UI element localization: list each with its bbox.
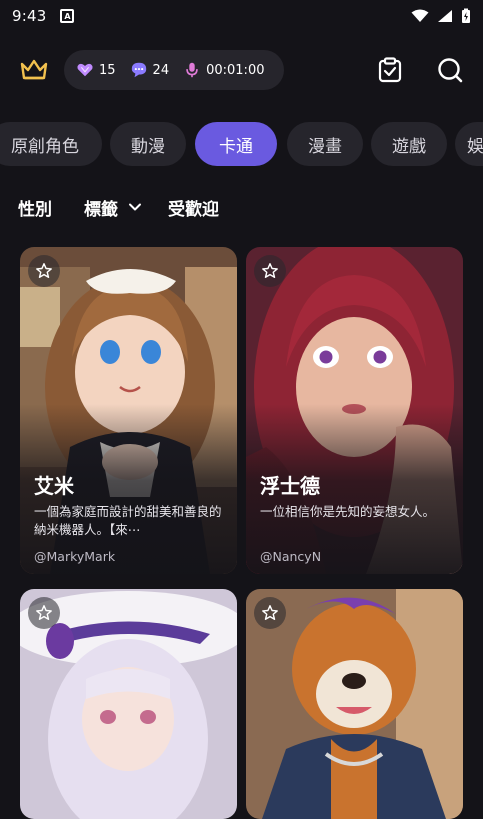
character-card[interactable]: 浮士德 一位相信你是先知的妄想女人。 @NancyN [246,247,463,574]
gems-count: 15 [99,62,116,78]
voice-stat: 00:01:00 [183,61,264,79]
character-name: 浮士德 [260,474,320,498]
status-bar: 9:43 A [0,0,483,32]
tags-filter[interactable]: 標籤 [84,195,144,220]
character-card[interactable] [246,589,463,819]
status-time: 9:43 [12,7,47,25]
character-author[interactable]: @MarkyMark [34,549,225,564]
tab-original-characters[interactable]: 原創角色 [0,122,102,166]
character-name: 艾米 [34,474,74,498]
heart-gem-icon [77,63,93,77]
search-icon[interactable] [436,56,464,84]
messages-count: 24 [152,62,170,78]
tab-games[interactable]: 遊戲 [371,122,447,166]
popular-filter[interactable]: 受歡迎 [168,195,219,220]
chat-bubble-icon [131,62,146,78]
character-description: 一位相信你是先知的妄想女人。 [260,504,436,519]
tab-entertainment[interactable]: 娛 [455,122,483,166]
card-info: 艾米 一個為家庭而設計的甜美和善良的納米機器人。【來⋯ @MarkyMark [34,470,225,564]
chevron-down-icon [129,203,141,211]
task-clipboard-icon[interactable] [376,56,404,84]
top-bar: 15 24 00:01:00 [0,48,483,92]
voice-time: 00:01:00 [206,62,265,78]
character-card[interactable] [20,589,237,819]
tab-anime[interactable]: 動漫 [110,122,186,166]
favorite-star-icon[interactable] [254,597,286,629]
notification-a-icon: A [60,9,75,23]
microphone-icon [186,62,198,78]
status-icons [411,8,471,24]
character-description: 一個為家庭而設計的甜美和善良的納米機器人。【來⋯ [34,504,222,537]
tags-filter-label: 標籤 [84,199,118,220]
cellular-signal-icon [438,10,452,22]
crown-icon[interactable] [18,56,50,84]
favorite-star-icon[interactable] [254,255,286,287]
gems-stat: 15 [76,61,116,79]
gender-filter[interactable]: 性別 [18,195,52,220]
stats-pill[interactable]: 15 24 00:01:00 [64,50,284,90]
character-author[interactable]: @NancyN [260,549,451,564]
wifi-icon [411,9,429,22]
favorite-star-icon[interactable] [28,597,60,629]
favorite-star-icon[interactable] [28,255,60,287]
battery-icon [462,8,470,23]
filter-bar: 性別 標籤 受歡迎 [18,192,219,222]
character-card[interactable]: 艾米 一個為家庭而設計的甜美和善良的納米機器人。【來⋯ @MarkyMark [20,247,237,574]
category-tabs: 原創角色 動漫 卡通 漫畫 遊戲 娛 [0,122,483,166]
tab-cartoon[interactable]: 卡通 [195,122,277,166]
card-info: 浮士德 一位相信你是先知的妄想女人。 @NancyN [260,470,451,564]
tab-comics[interactable]: 漫畫 [287,122,363,166]
messages-stat: 24 [130,61,170,79]
